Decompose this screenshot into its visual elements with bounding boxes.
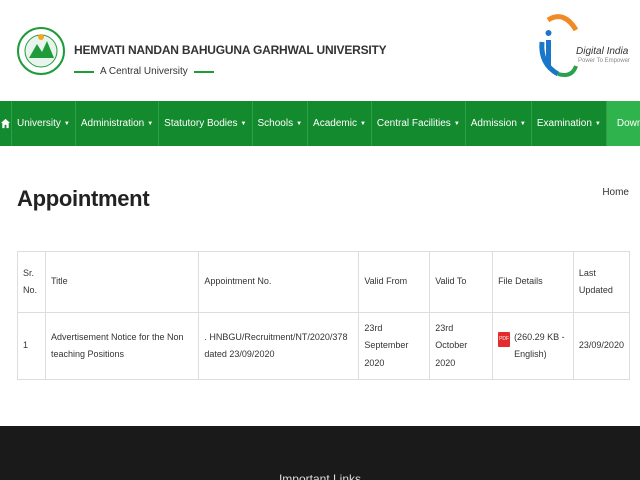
- main-nav: University ▼ Administration ▼ Statutory Bo…: [0, 101, 640, 146]
- caret-down-icon: ▼: [63, 120, 70, 127]
- caret-down-icon: ▼: [359, 120, 366, 127]
- nav-central-facilities[interactable]: Central Facilities ▼: [372, 101, 466, 146]
- caret-down-icon: ▼: [240, 120, 247, 127]
- cell-title: Advertisement Notice for the Non teachin…: [44, 312, 200, 380]
- site-footer: Important Links: [0, 426, 640, 480]
- nav-schools[interactable]: Schools ▼: [253, 101, 309, 146]
- nav-admission[interactable]: Admission ▼: [466, 101, 532, 146]
- cell-appointment-no: . HNBGU/Recruitment/NT/2020/378 dated 23…: [198, 312, 360, 380]
- cell-sr: 1: [17, 312, 46, 380]
- table-header-row: Sr. No. Title Appointment No. Valid From…: [17, 251, 631, 313]
- university-logo[interactable]: [16, 10, 66, 92]
- cell-file-details: PDF (260.29 KB - English): [492, 312, 574, 380]
- nav-home[interactable]: [0, 101, 12, 146]
- caret-down-icon: ▼: [296, 120, 303, 127]
- nav-university[interactable]: University ▼: [12, 101, 76, 146]
- divider: [193, 70, 214, 73]
- table-row: 1 Advertisement Notice for the Non teach…: [17, 312, 631, 380]
- page-title: Appointment: [17, 186, 150, 211]
- col-header: Last Updated: [572, 251, 631, 313]
- university-name[interactable]: HEMVATI NANDAN BAHUGUNA GARHWAL UNIVERSI…: [74, 43, 387, 57]
- caret-down-icon: ▼: [453, 120, 460, 127]
- site-header: HEMVATI NANDAN BAHUGUNA GARHWAL UNIVERSI…: [0, 0, 640, 101]
- caret-down-icon: ▼: [519, 120, 526, 127]
- cell-valid-from: 23rd September 2020: [358, 312, 431, 380]
- home-icon: [0, 118, 11, 129]
- appointment-table: Sr. No. Title Appointment No. Valid From…: [17, 251, 631, 380]
- col-header: Valid From: [358, 251, 431, 313]
- nav-label: Central Facilities: [376, 118, 451, 129]
- col-header: File Details: [492, 251, 574, 313]
- nav-label: Statutory Bodies: [164, 118, 238, 129]
- nav-label: Admission: [470, 118, 517, 129]
- file-link[interactable]: (260.29 KB - English): [514, 329, 568, 363]
- nav-examination[interactable]: Examination ▼: [532, 101, 607, 146]
- col-header: Valid To: [429, 251, 494, 313]
- nav-academic[interactable]: Academic ▼: [308, 101, 372, 146]
- nav-label: Administration: [80, 118, 145, 129]
- digital-india-title: Digital India: [576, 46, 629, 57]
- cell-valid-to: 23rd October 2020: [429, 312, 494, 380]
- pdf-icon[interactable]: PDF: [498, 331, 511, 347]
- nav-download[interactable]: Download: [606, 101, 640, 146]
- col-header: Title: [44, 251, 200, 313]
- nav-label: Schools: [257, 118, 294, 129]
- col-header: Appointment No.: [198, 251, 360, 313]
- university-subtitle: A Central University: [74, 66, 214, 77]
- divider: [74, 70, 94, 73]
- cell-last-updated: 23/09/2020: [572, 312, 631, 380]
- nav-label: Examination: [536, 118, 592, 129]
- breadcrumb-home[interactable]: Home: [602, 187, 629, 198]
- nav-label: Academic: [313, 118, 357, 129]
- caret-down-icon: ▼: [147, 120, 154, 127]
- col-header: Sr. No.: [17, 251, 46, 313]
- subtitle-text: A Central University: [100, 66, 188, 77]
- nav-statutory-bodies[interactable]: Statutory Bodies ▼: [159, 101, 253, 146]
- nav-label: University: [17, 118, 61, 129]
- footer-heading: Important Links: [278, 472, 362, 480]
- digital-india-tagline: Power To Empower: [578, 58, 630, 64]
- nav-administration[interactable]: Administration ▼: [76, 101, 160, 146]
- caret-down-icon: ▼: [594, 120, 601, 127]
